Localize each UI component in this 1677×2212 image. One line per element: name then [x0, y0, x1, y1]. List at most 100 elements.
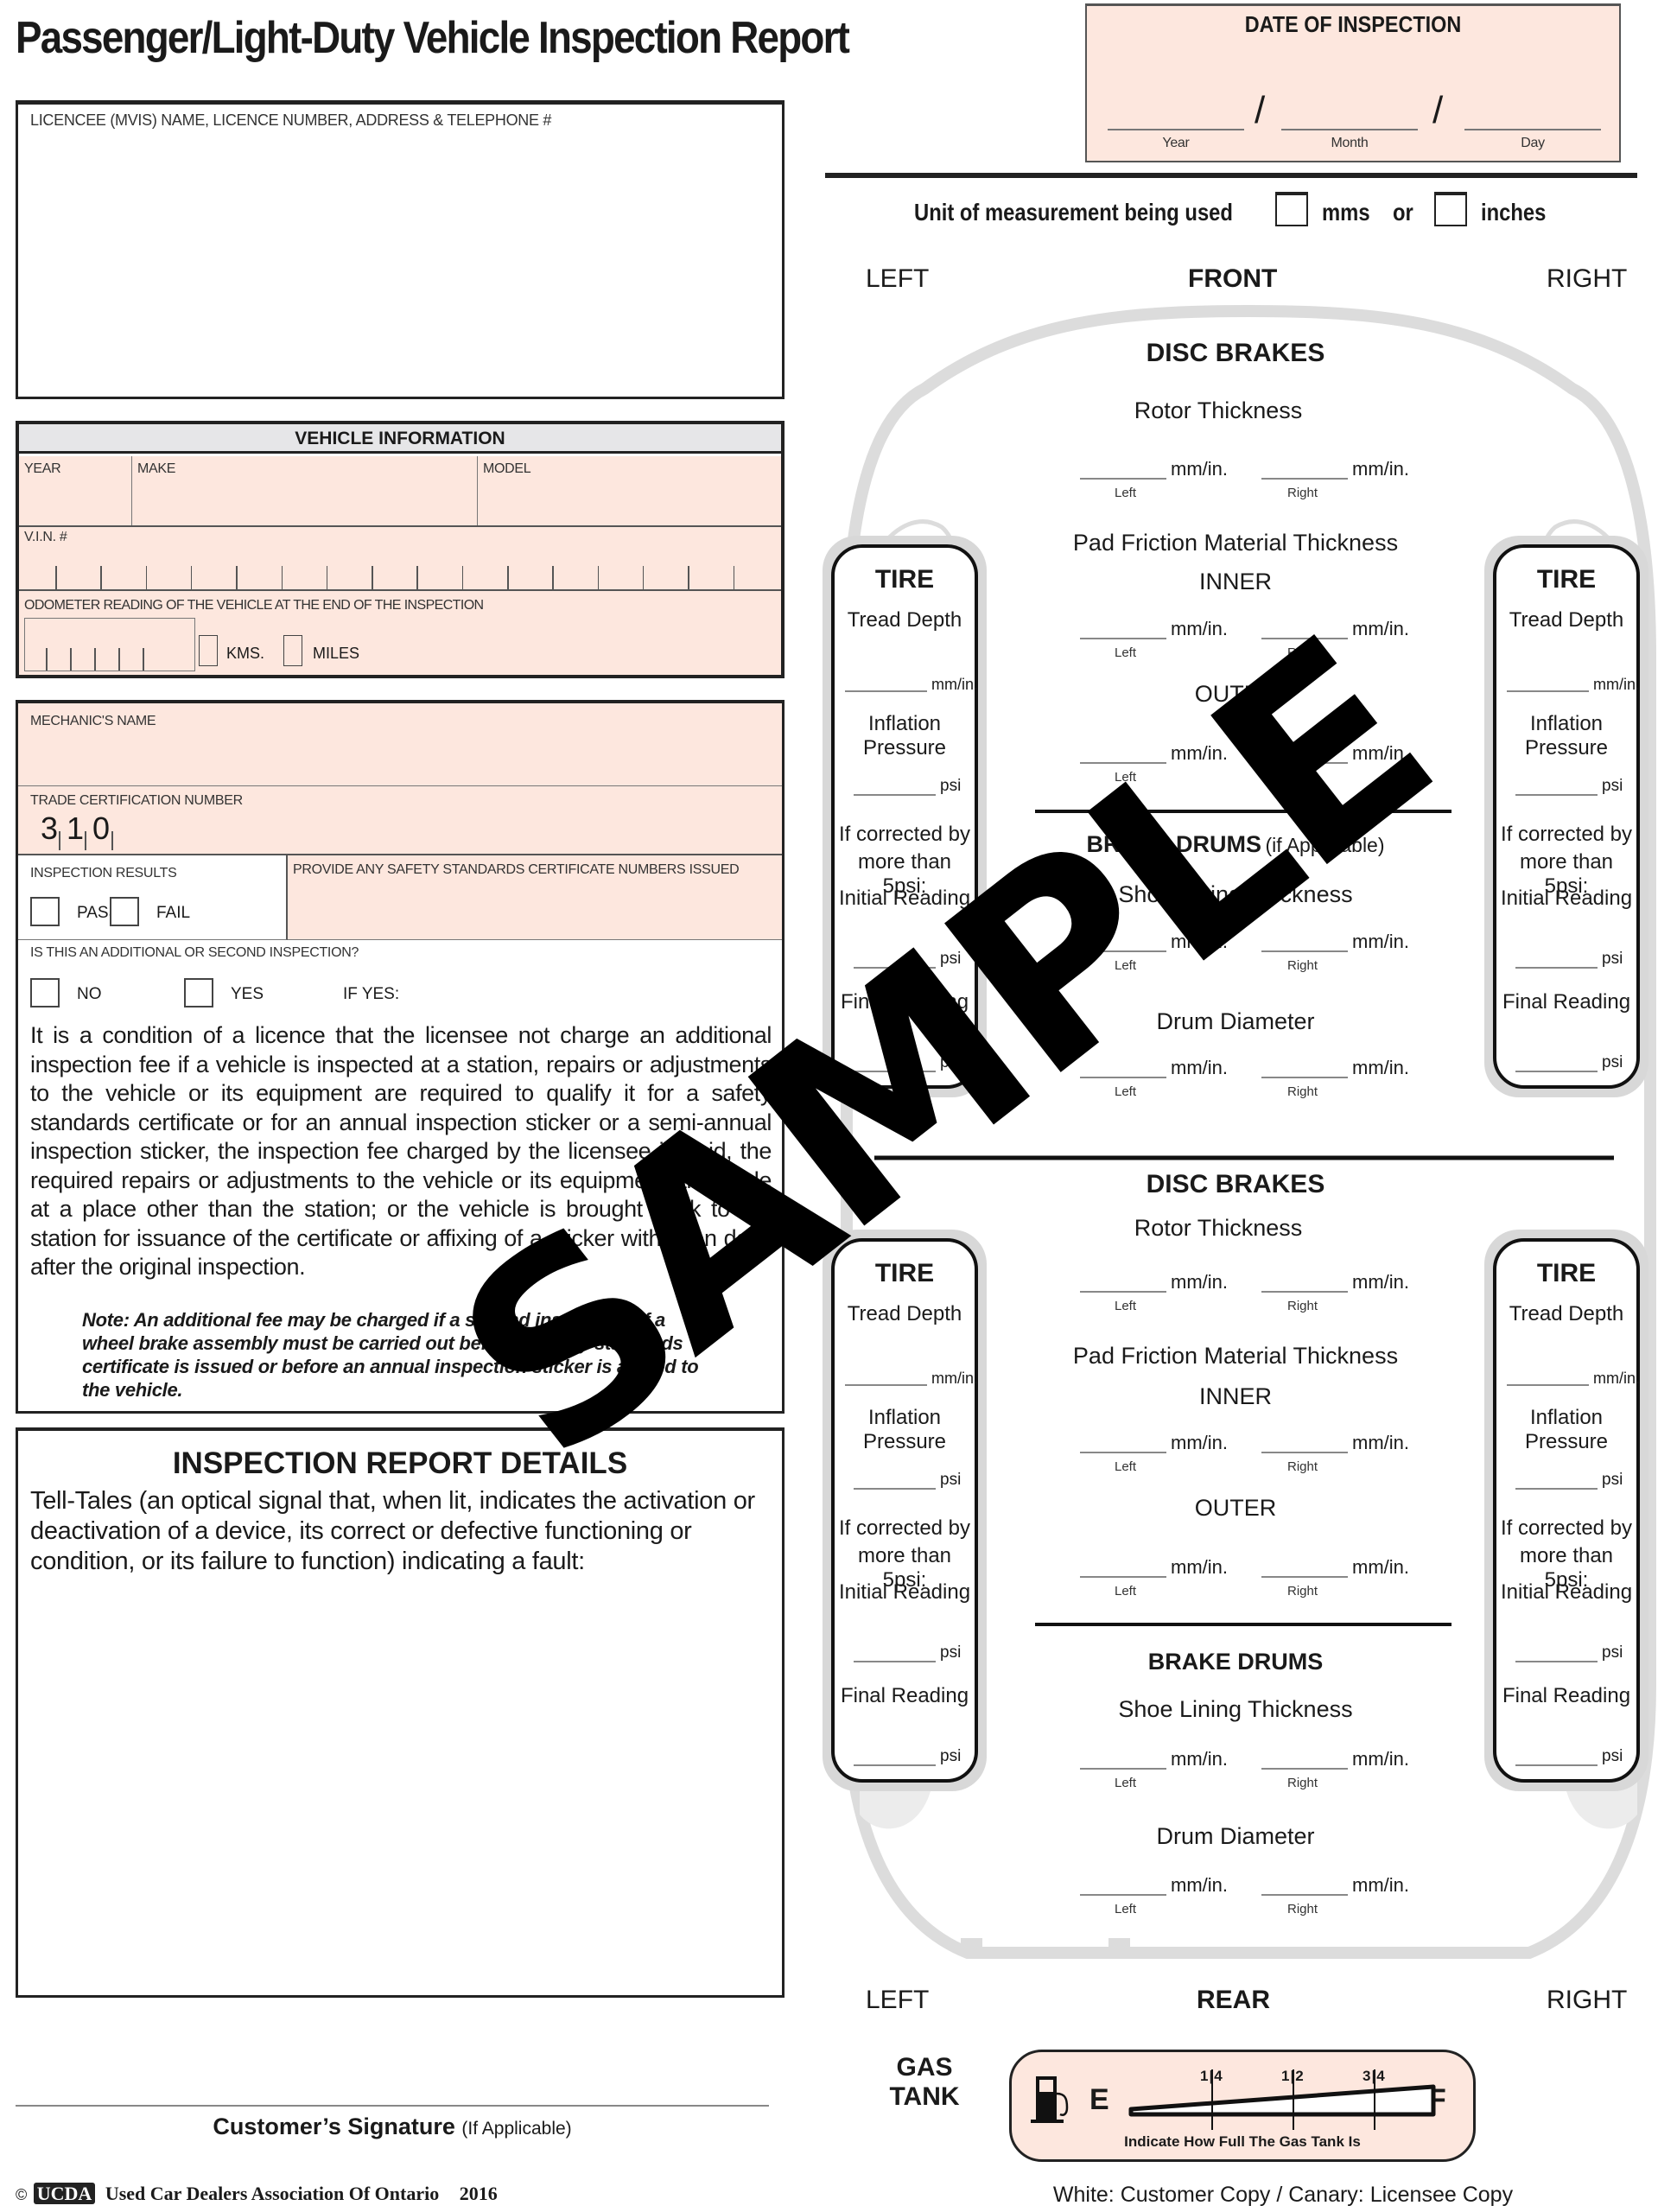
rear-shoe-right-field[interactable]	[1261, 1768, 1348, 1770]
tread-depth-label: Tread Depth	[847, 1302, 962, 1325]
fuel-gauge-caption: Indicate How Full The Gas Tank Is	[1124, 2133, 1361, 2150]
gas-tank-label-line-1: GAS	[896, 2053, 953, 2082]
rear-outer-right-field[interactable]	[1261, 1576, 1348, 1578]
vin-separator	[236, 566, 238, 589]
left-sublabel: Left	[1115, 958, 1137, 973]
rear-brake-drums-heading: BRAKE DRUMS	[1147, 1649, 1324, 1675]
inflation-pressure-field[interactable]	[1515, 1488, 1598, 1490]
no-checkbox[interactable]	[30, 978, 60, 1007]
inflation-pressure-field[interactable]	[1515, 794, 1598, 796]
rear-brakes-section: DISC BRAKES Rotor Thickness mm/in. mm/in…	[994, 1139, 1477, 1916]
yes-checkbox[interactable]	[184, 978, 213, 1007]
inflation-pressure-field[interactable]	[854, 794, 936, 796]
rear-shoe-left-field[interactable]	[1080, 1768, 1166, 1770]
corrected-label-1: If corrected by	[1500, 823, 1633, 846]
front-drum-left-field[interactable]	[1080, 1077, 1166, 1078]
miles-checkbox[interactable]	[283, 635, 302, 666]
tread-depth-field[interactable]	[845, 690, 927, 692]
front-right-label: RIGHT	[1547, 264, 1628, 293]
inspection-results-section: INSPECTION RESULTS PASS FAIL	[18, 855, 288, 940]
unit-mm-label: mm/in.	[1352, 458, 1409, 480]
left-sublabel: Left	[1115, 770, 1137, 785]
front-shoe-left-field[interactable]	[1080, 950, 1166, 952]
licencee-box[interactable]: LICENCEE (MVIS) NAME, LICENCE NUMBER, AD…	[16, 100, 785, 399]
vin-field[interactable]: V.I.N. #	[19, 526, 781, 589]
initial-reading-field[interactable]	[1515, 967, 1598, 969]
rear-left-label: LEFT	[866, 1986, 930, 2014]
initial-reading-field[interactable]	[854, 1661, 936, 1662]
tread-depth-field[interactable]	[845, 1384, 927, 1386]
front-outer-left-field[interactable]	[1080, 762, 1166, 764]
date-month-field[interactable]	[1281, 129, 1418, 130]
make-field[interactable]: MAKE	[132, 456, 478, 525]
tread-depth-field[interactable]	[1507, 1384, 1589, 1386]
front-shoe-right-field[interactable]	[1261, 950, 1348, 952]
final-reading-label: Final Reading	[1502, 1684, 1631, 1707]
unit-mm-label: mm/in.	[1352, 1057, 1409, 1078]
front-rotor-right-field[interactable]	[1261, 478, 1348, 480]
date-year-field[interactable]	[1108, 129, 1244, 130]
fuel-gauge[interactable]: E F 1|4 1|2 3|4 Indicate How Full The Ga…	[1009, 2050, 1476, 2162]
front-rotor-left-field[interactable]	[1080, 478, 1166, 480]
rear-outer-left-field[interactable]	[1080, 1576, 1166, 1578]
inches-checkbox[interactable]	[1434, 192, 1467, 226]
front-pad-friction-label: Pad Friction Material Thickness	[1072, 530, 1399, 556]
yes-label: YES	[231, 985, 264, 1003]
inspection-report-details-box[interactable]: INSPECTION REPORT DETAILS Tell-Tales (an…	[16, 1427, 785, 1998]
rear-drum-left-field[interactable]	[1080, 1894, 1166, 1896]
year-field[interactable]: YEAR	[19, 456, 132, 525]
corrected-label-1: If corrected by	[838, 823, 971, 846]
rear-rotor-right-field[interactable]	[1261, 1291, 1348, 1293]
unit-psi-label: psi	[940, 777, 962, 795]
no-label: NO	[77, 985, 102, 1003]
left-sublabel: Left	[1115, 1299, 1137, 1313]
rear-inner-left-field[interactable]	[1080, 1452, 1166, 1453]
final-reading-field[interactable]	[854, 1071, 936, 1072]
inflation-pressure-label: Inflation Pressure	[862, 712, 947, 760]
left-sublabel: Left	[1115, 1776, 1137, 1790]
front-disc-brakes-heading: DISC BRAKES	[1146, 339, 1325, 367]
inflation-pressure-field[interactable]	[854, 1488, 936, 1490]
rear-drum-right-field[interactable]	[1261, 1894, 1348, 1896]
final-reading-field[interactable]	[1515, 1071, 1598, 1072]
odometer-field[interactable]	[24, 618, 195, 671]
right-sublabel: Right	[1287, 645, 1318, 660]
rear-bumper-tab-right	[1108, 1938, 1130, 1955]
initial-reading-field[interactable]	[854, 967, 936, 969]
unit-psi-label: psi	[1602, 1471, 1623, 1489]
ucda-logo: UCDA	[33, 2183, 96, 2204]
certificate-numbers-field[interactable]: PROVIDE ANY SAFETY STANDARDS CERTIFICATE…	[288, 855, 782, 940]
tread-depth-field[interactable]	[1507, 690, 1589, 692]
date-separator-2: /	[1432, 89, 1444, 131]
front-inner-label: INNER	[1198, 569, 1272, 594]
date-day-field[interactable]	[1464, 129, 1601, 130]
front-brake-drums-heading: BRAKE DRUMS (if Applicable)	[994, 831, 1477, 858]
trade-certification-field[interactable]: TRADE CERTIFICATION NUMBER 3 1 0	[18, 786, 782, 855]
mms-checkbox[interactable]	[1275, 192, 1308, 226]
front-inner-right-field[interactable]	[1261, 638, 1348, 639]
unit-psi-label: psi	[1602, 1747, 1623, 1765]
rear-rotor-left-field[interactable]	[1080, 1291, 1166, 1293]
date-month-label: Month	[1331, 136, 1369, 150]
front-drum-right-field[interactable]	[1261, 1077, 1348, 1078]
final-reading-field[interactable]	[854, 1764, 936, 1766]
kms-checkbox[interactable]	[199, 635, 218, 666]
licencee-label: LICENCEE (MVIS) NAME, LICENCE NUMBER, AD…	[30, 111, 552, 129]
customer-signature-line[interactable]	[16, 2105, 769, 2107]
rear-inner-right-field[interactable]	[1261, 1452, 1348, 1453]
unit-psi-label: psi	[940, 1643, 962, 1662]
make-label: MAKE	[137, 461, 176, 476]
date-of-inspection-label: DATE OF INSPECTION	[1244, 11, 1462, 37]
fail-checkbox[interactable]	[110, 897, 139, 926]
unit-mm-label: mm/in.	[1352, 1271, 1409, 1293]
initial-reading-label: Initial Reading	[1500, 1580, 1633, 1604]
model-field[interactable]: MODEL	[478, 456, 781, 525]
mechanic-name-field[interactable]: MECHANIC'S NAME	[18, 703, 782, 786]
pass-checkbox[interactable]	[30, 897, 60, 926]
initial-reading-field[interactable]	[1515, 1661, 1598, 1662]
front-inner-left-field[interactable]	[1080, 638, 1166, 639]
left-sublabel: Left	[1115, 1084, 1137, 1099]
final-reading-field[interactable]	[1515, 1764, 1598, 1766]
if-yes-label: IF YES:	[343, 985, 400, 1003]
front-outer-right-field[interactable]	[1261, 762, 1348, 764]
